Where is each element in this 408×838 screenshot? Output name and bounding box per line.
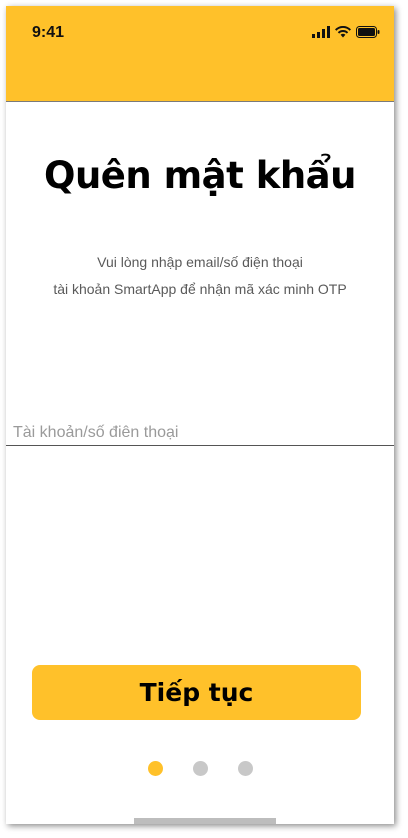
status-time: 9:41 — [32, 24, 65, 41]
home-indicator[interactable] — [134, 818, 276, 824]
status-icons — [312, 26, 380, 38]
pagination-dots — [6, 761, 394, 776]
signal-icon — [312, 26, 330, 38]
page-title: Quên mật khẩu — [44, 154, 356, 197]
wifi-icon — [335, 26, 351, 38]
battery-icon — [356, 26, 380, 38]
continue-button[interactable]: Tiếp tục — [32, 665, 361, 720]
instruction-line-1: Vui lòng nhập email/số điện thoại — [97, 254, 303, 270]
header-bar: 9:41 — [6, 6, 394, 102]
account-input[interactable] — [6, 420, 394, 446]
instruction-line-2: tài khoản SmartApp để nhận mã xác minh O… — [53, 281, 347, 297]
page-dot-2 — [192, 761, 208, 776]
phone-screen: 9:41 Quên mật khẩu Vui lòng nhập email/s… — [6, 6, 394, 824]
page-dot-1 — [147, 761, 163, 776]
page-dot-3 — [237, 761, 253, 776]
